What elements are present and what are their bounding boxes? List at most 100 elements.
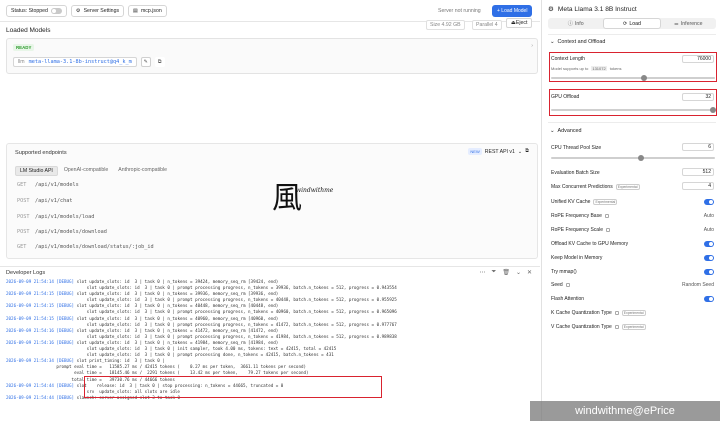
watermark-text: windwithme@ePrice [530, 401, 720, 421]
mmap-label: Try mmap() [551, 269, 577, 275]
log-timestamp: 2026-09-09 21:54:34 [DEBUG] [6, 358, 75, 364]
load-model-button[interactable]: + Load Model [492, 5, 533, 17]
seed-checkbox[interactable] [565, 283, 570, 287]
endpoint-path: /api/v1/models/download/status/:job_id [35, 244, 154, 250]
cpu-pool-input[interactable]: 6 [682, 143, 714, 151]
tab-anthropic-compatible[interactable]: Anthropic-compatible [114, 166, 171, 176]
k-cache-label: K Cache Quantization Type Experimental [551, 310, 646, 316]
keep-memory-label: Keep Model in Memory [551, 255, 603, 261]
eject-button[interactable]: ⏏ Eject [506, 18, 533, 28]
endpoint-path: /api/v1/chat [35, 198, 73, 204]
log-toolbar: ⋯ ⏷ 🗑 ⌄ ✕ [480, 269, 533, 276]
batch-size-input[interactable]: 512 [682, 168, 714, 176]
log-message: slot update_slots: id 3 | task 0 | n_tok… [74, 315, 279, 321]
section-title: Context and Offload [557, 39, 606, 45]
log-timestamp: 2026-09-09 21:54:14 [DEBUG] [6, 279, 75, 284]
max-predictions-input[interactable]: 4 [682, 182, 714, 190]
endpoint-method: POST [17, 229, 30, 235]
copy-icon[interactable]: ⧉ [154, 57, 165, 67]
advanced-section[interactable]: ⌄ Advanced [550, 128, 582, 134]
label-text: RoPE Frequency Base [551, 213, 602, 219]
edit-icon[interactable]: ✎ [140, 57, 151, 67]
model-icon: ⚙ [548, 6, 554, 13]
watermark-logo: 風 windwithme [272, 173, 342, 216]
endpoint-row[interactable]: POST /api/v1/chat [17, 198, 72, 204]
server-status-text: Server not running [438, 8, 481, 14]
endpoint-row[interactable]: GET /api/v1/models/download/status/:job_… [17, 244, 154, 250]
trash-icon[interactable]: 🗑 [502, 269, 510, 276]
server-status-toggle[interactable]: Status: Stopped [6, 4, 67, 17]
highlight-box [549, 52, 717, 82]
logo-character: 風 [272, 181, 302, 216]
rope-base-value: Auto [703, 213, 714, 219]
mmap-toggle[interactable] [704, 269, 714, 275]
v-cache-label: V Cache Quantization Type Experimental [551, 324, 646, 330]
model-name: meta-llama-3.1-8b-instruct@q4_k_m [28, 59, 132, 65]
v-cache-checkbox[interactable] [614, 325, 619, 329]
highlight-box [84, 376, 382, 398]
label-text: K Cache Quantization Type [551, 310, 612, 316]
label-text: Max Concurrent Predictions [551, 184, 613, 190]
endpoint-method: POST [17, 198, 30, 204]
close-icon[interactable]: ✕ [527, 269, 532, 276]
batch-size-label: Evaluation Batch Size [551, 170, 600, 176]
developer-logs-header: Developer Logs ⋯ ⏷ 🗑 ⌄ ✕ [0, 266, 540, 278]
tab-load[interactable]: ⟳ Load [603, 18, 661, 29]
slider-handle[interactable] [637, 155, 644, 161]
log-message: slot update_slots: id 3 | task 0 | promp… [6, 352, 334, 358]
log-message: prompt eval time = 11585.27 ms / 42415 t… [6, 364, 307, 370]
log-message: slot update_slots: id 3 | task 0 | init … [6, 346, 337, 352]
cpu-pool-slider[interactable] [551, 155, 715, 161]
offload-kv-toggle[interactable] [704, 241, 714, 247]
gear-icon: ⚙ [75, 7, 81, 14]
tab-label: Load [629, 20, 641, 27]
chevron-down-icon: ⌄ [550, 128, 555, 134]
divider [548, 34, 716, 35]
server-settings-button[interactable]: ⚙ Server Settings [70, 4, 125, 17]
log-timestamp: 2026-09-09 21:54:16 [DEBUG] [6, 339, 75, 345]
experimental-badge: Experimental [615, 184, 640, 190]
mcp-json-button[interactable]: ▤ mcp.json [128, 4, 167, 17]
api-selector[interactable]: NEW REST API v1 ⌄ ⧉ [468, 148, 529, 155]
experimental-badge: Experimental [593, 199, 618, 205]
logo-text: windwithme [296, 187, 334, 194]
loaded-models-title: Loaded Models [6, 27, 51, 34]
tab-info[interactable]: ⓘ Info [548, 18, 603, 29]
endpoint-row[interactable]: GET /api/v1/models [17, 182, 79, 188]
unified-kv-toggle[interactable] [704, 199, 714, 205]
unified-kv-label: Unified KV Cache Experimental [551, 199, 618, 205]
new-badge: NEW [468, 148, 482, 155]
copy-icon[interactable]: ⧉ [525, 148, 529, 155]
model-identifier-field[interactable]: llm meta-llama-3.1-8b-instruct@q4_k_m [13, 57, 137, 67]
max-predictions-label: Max Concurrent Predictions Experimental [551, 184, 640, 190]
info-icon: ⓘ [567, 21, 573, 27]
tab-lmstudio-api[interactable]: LM Studio API [15, 166, 58, 176]
chevron-right-icon[interactable]: › [531, 43, 533, 49]
log-message: slot update_slots: id 3 | task 0 | n_tok… [74, 279, 279, 284]
endpoint-path: /api/v1/models/download [35, 229, 107, 235]
filter-icon[interactable]: ⏷ [492, 269, 497, 276]
rope-scale-value: Auto [703, 227, 714, 233]
status-label: Status: Stopped [11, 7, 48, 14]
k-cache-checkbox[interactable] [614, 311, 619, 315]
context-offload-section[interactable]: ⌄ Context and Offload [550, 39, 605, 45]
endpoint-row[interactable]: POST /api/v1/models/download [17, 229, 107, 235]
tab-openai-compatible[interactable]: OpenAI-compatible [60, 166, 112, 176]
flash-attention-toggle[interactable] [704, 296, 714, 302]
endpoint-method: GET [17, 244, 27, 250]
endpoint-row[interactable]: POST /api/v1/models/load [17, 214, 94, 220]
tab-inference[interactable]: ⚌ Inference [661, 18, 716, 29]
keep-memory-toggle[interactable] [704, 255, 714, 261]
seed-value: Random Seed [682, 282, 714, 288]
more-icon[interactable]: ⋯ [480, 269, 486, 276]
endpoints-title: Supported endpoints [15, 150, 67, 156]
log-timestamp: 2026-09-09 21:54:16 [DEBUG] [6, 327, 75, 333]
rope-scale-checkbox[interactable] [605, 228, 610, 232]
server-settings-label: Server Settings [83, 7, 120, 14]
cpu-pool-label: CPU Thread Pool Size [551, 145, 602, 151]
collapse-icon[interactable]: ⌄ [516, 269, 521, 276]
endpoint-path: /api/v1/models/load [35, 214, 95, 220]
log-output[interactable]: 2026-09-09 21:54:14 [DEBUG] slot update_… [6, 279, 538, 421]
rope-base-checkbox[interactable] [604, 214, 609, 218]
experimental-badge: Experimental [621, 310, 646, 316]
